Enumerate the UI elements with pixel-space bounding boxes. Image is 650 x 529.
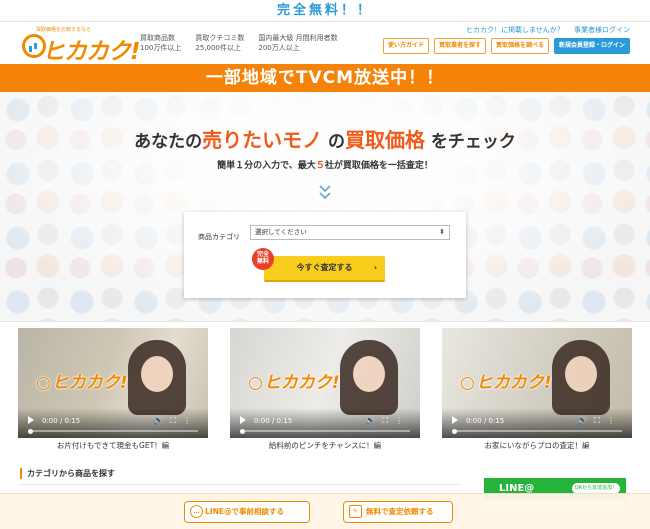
partner-link[interactable]: ヒカカク！に掲載しませんか？: [466, 26, 564, 34]
video-progress[interactable]: [452, 428, 622, 434]
video-logo: ヒカカク!: [460, 368, 552, 393]
estimate-form: 商品カテゴリ 選択してください ⬍ 完全 無料 今すぐ査定する ›: [184, 212, 466, 298]
site-logo[interactable]: 買取価格を比較するなら ヒカカク!: [22, 26, 140, 65]
shop-login-link[interactable]: 事業者様ログイン: [574, 26, 630, 34]
header-buttons: 使い方ガイド 買取業者を探す 買取価格を調べる 新規会員登録・ログイン: [378, 38, 630, 54]
category-section-heading: カテゴリから商品を探す: [20, 468, 115, 479]
category-label: 商品カテゴリ: [198, 233, 240, 241]
video-time: 0:00 / 0:15: [42, 417, 81, 425]
free-badge: 完全 無料: [252, 248, 274, 270]
free-estimate-request-button[interactable]: ✎ 無料で査定依頼する: [343, 501, 453, 523]
sticky-action-bar: … LINE@で事前相談する ✎ 無料で査定依頼する: [0, 493, 650, 529]
video-logo: ヒカカク!: [248, 368, 340, 393]
hero-subtitle: 簡単１分の入力で、最大５社が買取価格を一括査定！: [217, 161, 433, 171]
video-card: ヒカカク! 0:00 / 0:15 🔊⛶⋮ 給料前のピンチをチャンスに！編: [230, 328, 420, 450]
video-caption: お家にいながらプロの査定！編: [484, 441, 590, 450]
video-caption: お片付けもできて現金もGET！編: [56, 441, 170, 450]
play-icon[interactable]: [28, 416, 34, 424]
register-login-button[interactable]: 新規会員登録・ログイン: [553, 38, 630, 54]
play-icon[interactable]: [240, 416, 246, 424]
chevron-right-icon: ›: [373, 263, 377, 272]
select-arrows-icon: ⬍: [439, 228, 445, 236]
divider: [20, 484, 460, 485]
document-edit-icon: ✎: [349, 505, 362, 518]
stat-reviews: 買取クチコミ数 25,000件以上: [195, 34, 245, 52]
site-stats: 買取商品数 100万件以上 買取クチコミ数 25,000件以上 国内最大級 月間…: [140, 33, 352, 53]
actor-figure: [128, 340, 186, 415]
estimate-now-button[interactable]: 今すぐ査定する ›: [264, 256, 385, 280]
video-caption: 給料前のピンチをチャンスに！編: [268, 441, 382, 450]
find-shop-button[interactable]: 買取業者を探す: [433, 38, 486, 54]
check-price-button[interactable]: 買取価格を調べる: [490, 38, 549, 54]
video-card: ヒカカク! 0:00 / 0:15 🔊⛶⋮ お片付けもできて現金もGET！編: [18, 328, 208, 450]
video-player[interactable]: ヒカカク! 0:00 / 0:15 🔊⛶⋮: [442, 328, 632, 438]
free-service-topbar: 完全無料！！: [0, 0, 650, 22]
video-card: ヒカカク! 0:00 / 0:15 🔊⛶⋮ お家にいながらプロの査定！編: [442, 328, 632, 450]
video-time: 0:00 / 0:15: [254, 417, 293, 425]
stat-items: 買取商品数 100万件以上: [140, 34, 182, 52]
guide-button[interactable]: 使い方ガイド: [382, 38, 429, 54]
video-progress[interactable]: [240, 428, 410, 434]
site-header: 買取価格を比較するなら ヒカカク! 買取商品数 100万件以上 買取クチコミ数 …: [0, 22, 650, 65]
volume-fullscreen-more-icons[interactable]: 🔊⛶⋮: [577, 416, 622, 426]
volume-fullscreen-more-icons[interactable]: 🔊⛶⋮: [365, 416, 410, 426]
line-consult-button[interactable]: … LINE@で事前相談する: [184, 501, 310, 523]
hero-title: あなたの売りたいモノ の買取価格 をチェック: [134, 128, 516, 152]
category-select[interactable]: 選択してください ⬍: [250, 225, 450, 240]
video-time: 0:00 / 0:15: [466, 417, 505, 425]
video-progress[interactable]: [28, 428, 198, 434]
actor-figure: [340, 340, 398, 415]
tvcm-videos: ヒカカク! 0:00 / 0:15 🔊⛶⋮ お片付けもできて現金もGET！編 ヒ…: [0, 328, 650, 454]
scroll-down-icon: [319, 185, 331, 200]
hero-section: あなたの売りたいモノ の買取価格 をチェック 簡単１分の入力で、最大５社が買取価…: [0, 92, 650, 322]
header-links: ヒカカク！に掲載しませんか？ 事業者様ログイン: [458, 25, 630, 35]
video-player[interactable]: ヒカカク! 0:00 / 0:15 🔊⛶⋮: [18, 328, 208, 438]
tvcm-banner[interactable]: 一部地域でTVCM放送中！！: [0, 64, 650, 92]
video-player[interactable]: ヒカカク! 0:00 / 0:15 🔊⛶⋮: [230, 328, 420, 438]
stat-users: 国内最大級 月間利用者数 200万人以上: [258, 34, 338, 52]
play-icon[interactable]: [452, 416, 458, 424]
actor-figure: [552, 340, 610, 415]
video-logo: ヒカカク!: [36, 368, 128, 393]
volume-fullscreen-more-icons[interactable]: 🔊⛶⋮: [153, 416, 198, 426]
logo-text: ヒカカク!: [42, 39, 140, 65]
chat-bubble-icon: …: [190, 505, 203, 518]
